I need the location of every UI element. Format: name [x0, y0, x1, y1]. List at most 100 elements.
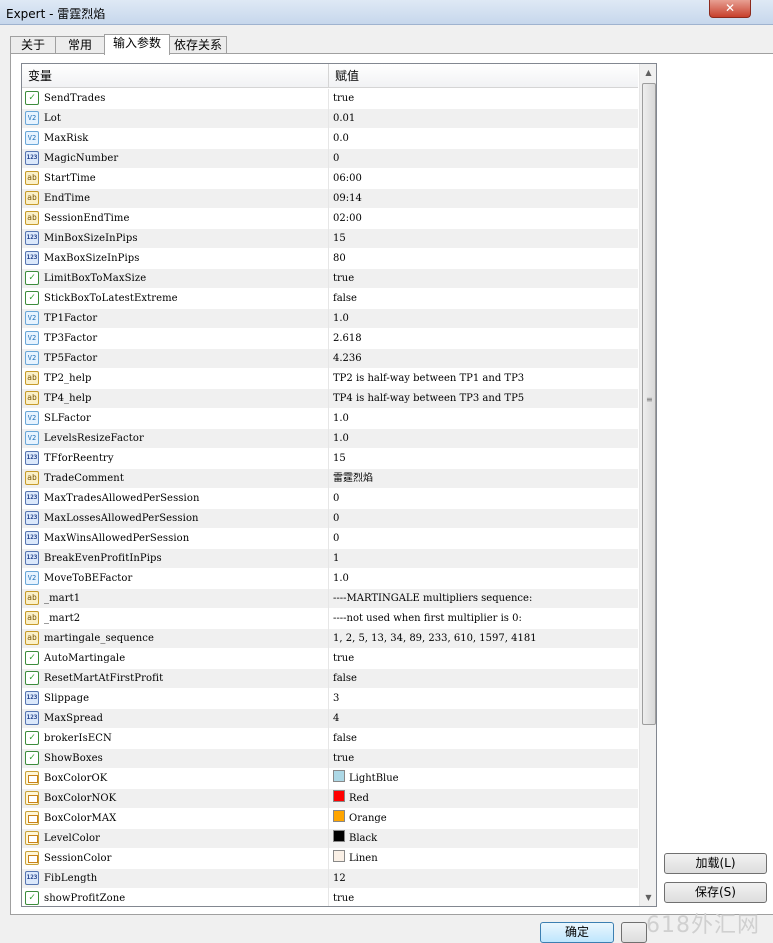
parameter-value[interactable]: 12	[333, 869, 346, 889]
table-row[interactable]: ab TradeComment 雷霆烈焰	[22, 469, 638, 489]
table-row[interactable]: ✓ ResetMartAtFirstProfit false	[22, 669, 638, 689]
table-row[interactable]: BoxColorNOK Red	[22, 789, 638, 809]
parameter-name: MoveToBEFactor	[44, 573, 133, 584]
parameter-value[interactable]: 0	[333, 149, 339, 169]
table-row[interactable]: ab SessionEndTime 02:00	[22, 209, 638, 229]
table-row[interactable]: ab _mart2 ----not used when first multipli…	[22, 609, 638, 629]
table-row[interactable]: ✓ brokerIsECN false	[22, 729, 638, 749]
close-button[interactable]: ✕	[709, 0, 751, 18]
table-row[interactable]: LevelColor Black	[22, 829, 638, 849]
table-row[interactable]: V2 MoveToBEFactor 1.0	[22, 569, 638, 589]
table-row[interactable]: V2 LevelsResizeFactor 1.0	[22, 429, 638, 449]
parameter-value[interactable]: 雷霆烈焰	[333, 469, 373, 489]
load-button[interactable]: 加载(L)	[664, 853, 767, 874]
table-row[interactable]: 123 MaxLossesAllowedPerSession 0	[22, 509, 638, 529]
table-row[interactable]: ✓ AutoMartingale true	[22, 649, 638, 669]
table-row[interactable]: V2 TP3Factor 2.618	[22, 329, 638, 349]
parameter-value[interactable]: 0	[333, 529, 339, 549]
table-row[interactable]: 123 MinBoxSizeInPips 15	[22, 229, 638, 249]
table-row[interactable]: BoxColorMAX Orange	[22, 809, 638, 829]
table-row[interactable]: BoxColorOK LightBlue	[22, 769, 638, 789]
scroll-up-icon[interactable]: ▲	[640, 64, 656, 81]
parameter-value[interactable]: LightBlue	[333, 769, 399, 789]
column-header-variable[interactable]: 变量	[28, 64, 52, 87]
parameter-value[interactable]: 1.0	[333, 569, 349, 589]
table-row[interactable]: SessionColor Linen	[22, 849, 638, 869]
parameter-name: EndTime	[44, 193, 91, 204]
parameter-value[interactable]: false	[333, 729, 357, 749]
parameter-value[interactable]: 09:14	[333, 189, 362, 209]
parameter-value[interactable]: Orange	[333, 809, 387, 829]
table-row[interactable]: ✓ SendTrades true	[22, 89, 638, 109]
parameter-value[interactable]: Linen	[333, 849, 378, 869]
ok-button[interactable]: 确定	[540, 922, 614, 943]
table-row[interactable]: V2 TP1Factor 1.0	[22, 309, 638, 329]
cancel-button[interactable]	[621, 922, 647, 943]
parameter-value[interactable]: TP4 is half-way between TP3 and TP5	[333, 389, 524, 409]
parameter-value[interactable]: true	[333, 889, 354, 906]
table-row[interactable]: V2 Lot 0.01	[22, 109, 638, 129]
column-header-value[interactable]: 赋值	[335, 64, 359, 87]
tab-about[interactable]: 关于	[10, 36, 56, 54]
column-divider[interactable]	[328, 64, 329, 87]
parameter-value[interactable]: 15	[333, 229, 346, 249]
table-row[interactable]: 123 MaxWinsAllowedPerSession 0	[22, 529, 638, 549]
table-row[interactable]: 123 MaxTradesAllowedPerSession 0	[22, 489, 638, 509]
parameter-value[interactable]: ----MARTINGALE multipliers sequence:	[333, 589, 532, 609]
scroll-thumb[interactable]: ≡	[642, 83, 656, 725]
table-row[interactable]: V2 TP5Factor 4.236	[22, 349, 638, 369]
parameter-value[interactable]: TP2 is half-way between TP1 and TP3	[333, 369, 524, 389]
table-row[interactable]: ✓ LimitBoxToMaxSize true	[22, 269, 638, 289]
parameter-value[interactable]: 3	[333, 689, 339, 709]
table-row[interactable]: 123 BreakEvenProfitInPips 1	[22, 549, 638, 569]
table-row[interactable]: 123 TFforReentry 15	[22, 449, 638, 469]
tab-common[interactable]: 常用	[55, 36, 105, 54]
parameter-value[interactable]: 4.236	[333, 349, 362, 369]
parameter-value[interactable]: 0	[333, 489, 339, 509]
save-button[interactable]: 保存(S)	[664, 882, 767, 903]
table-row[interactable]: 123 Slippage 3	[22, 689, 638, 709]
parameter-value[interactable]: 1.0	[333, 309, 349, 329]
parameter-value[interactable]: 1	[333, 549, 339, 569]
parameter-value[interactable]: true	[333, 89, 354, 109]
table-row[interactable]: 123 MaxBoxSizeInPips 80	[22, 249, 638, 269]
parameter-value[interactable]: 15	[333, 449, 346, 469]
table-row[interactable]: ab _mart1 ----MARTINGALE multipliers seque…	[22, 589, 638, 609]
parameter-value[interactable]: true	[333, 269, 354, 289]
tab-inputs[interactable]: 输入参数	[104, 34, 170, 55]
parameter-value[interactable]: 06:00	[333, 169, 362, 189]
parameter-value[interactable]: true	[333, 749, 354, 769]
scroll-down-icon[interactable]: ▼	[640, 889, 656, 906]
parameter-value[interactable]: 1, 2, 5, 13, 34, 89, 233, 610, 1597, 418…	[333, 629, 537, 649]
parameter-value[interactable]: 02:00	[333, 209, 362, 229]
table-row[interactable]: V2 SLFactor 1.0	[22, 409, 638, 429]
table-row[interactable]: ab TP2_help TP2 is half-way between TP1 an…	[22, 369, 638, 389]
table-row[interactable]: ab StartTime 06:00	[22, 169, 638, 189]
parameter-value[interactable]: 0	[333, 509, 339, 529]
parameter-value[interactable]: 1.0	[333, 409, 349, 429]
table-row[interactable]: ✓ showProfitZone true	[22, 889, 638, 906]
table-row[interactable]: V2 MaxRisk 0.0	[22, 129, 638, 149]
table-row[interactable]: ✓ ShowBoxes true	[22, 749, 638, 769]
table-row[interactable]: 123 MagicNumber 0	[22, 149, 638, 169]
parameter-value[interactable]: Black	[333, 829, 377, 849]
table-row[interactable]: 123 FibLength 12	[22, 869, 638, 889]
parameter-value[interactable]: false	[333, 289, 357, 309]
parameter-value[interactable]: Red	[333, 789, 369, 809]
parameter-value[interactable]: 0.0	[333, 129, 349, 149]
table-row[interactable]: ab TP4_help TP4 is half-way between TP3 an…	[22, 389, 638, 409]
parameter-value[interactable]: 80	[333, 249, 346, 269]
table-row[interactable]: ✓ StickBoxToLatestExtreme false	[22, 289, 638, 309]
vertical-scrollbar[interactable]: ▲ ≡ ▼	[639, 64, 656, 906]
table-row[interactable]: 123 MaxSpread 4	[22, 709, 638, 729]
parameter-value[interactable]: 0.01	[333, 109, 355, 129]
table-row[interactable]: ab EndTime 09:14	[22, 189, 638, 209]
parameter-value[interactable]: 1.0	[333, 429, 349, 449]
tab-dependencies[interactable]: 依存关系	[169, 36, 227, 54]
table-row[interactable]: ab martingale_sequence 1, 2, 5, 13, 34, 89…	[22, 629, 638, 649]
parameter-value[interactable]: false	[333, 669, 357, 689]
parameter-value[interactable]: 2.618	[333, 329, 362, 349]
parameter-value[interactable]: ----not used when first multiplier is 0:	[333, 609, 522, 629]
parameter-value[interactable]: true	[333, 649, 354, 669]
parameter-value[interactable]: 4	[333, 709, 339, 729]
